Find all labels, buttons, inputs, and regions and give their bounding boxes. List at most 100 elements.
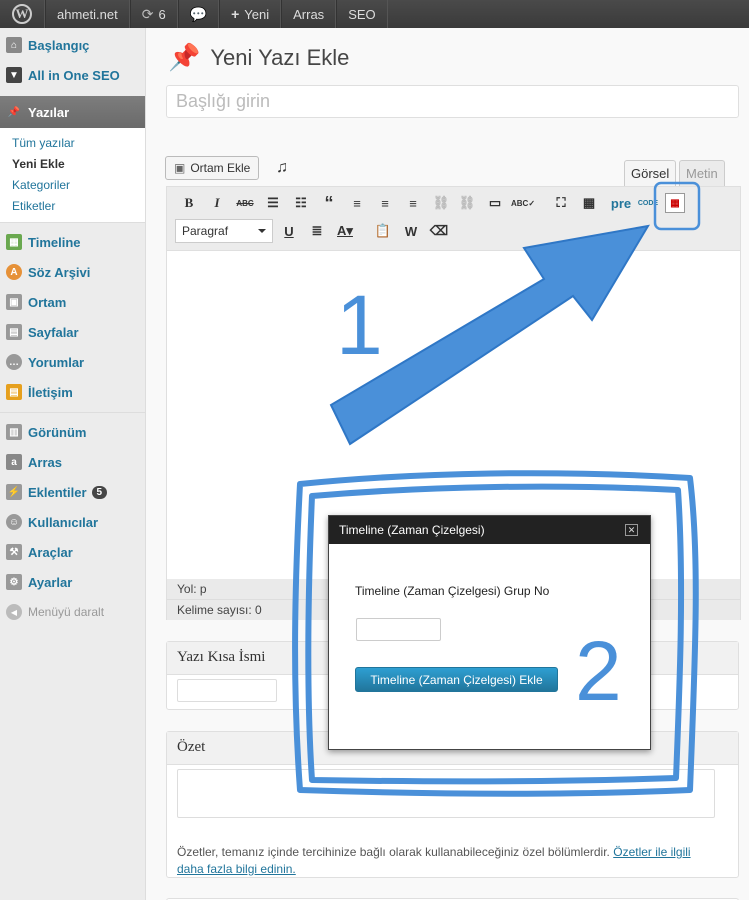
dialog-title: Timeline (Zaman Çizelgesi) [329,516,650,544]
insert-link-button[interactable]: ⛓ [431,193,451,213]
media-icon: ▣ [6,294,22,310]
quote-icon: A [6,264,22,280]
timeline-insert-button[interactable]: ▦ [665,193,685,213]
arras-icon: a [6,454,22,470]
post-title-input[interactable]: Başlığı girin [166,85,739,118]
collapse-arrow-icon: ◀ [6,604,22,620]
align-right-button[interactable]: ≡ [403,193,423,213]
menu-contact[interactable]: ▤ İletişim [0,377,145,407]
bold-button[interactable]: B [179,193,199,213]
menu-dashboard[interactable]: ⌂ Başlangıç [0,30,145,60]
numbered-list-button[interactable]: ☷ [291,193,311,213]
submenu-tags[interactable]: Etiketler [0,195,145,216]
menu-appearance[interactable]: ▥ Görünüm [0,417,145,447]
menu-plugins[interactable]: ⚡ Eklentiler 5 [0,477,145,507]
site-name-link[interactable]: ahmeti.net [45,0,130,28]
close-icon[interactable]: ✕ [625,524,638,536]
underline-button[interactable]: U [279,221,299,241]
menu-media[interactable]: ▣ Ortam [0,287,145,317]
menu-separator [0,407,145,413]
spellcheck-button[interactable]: ABC✓ [511,193,535,213]
menu-quote-archive[interactable]: A Söz Arşivi [0,257,145,287]
updates-count: 6 [158,6,166,22]
appearance-icon: ▥ [6,424,22,440]
plus-icon: + [231,6,240,22]
strikethrough-button[interactable]: ABC [235,193,255,213]
italic-button[interactable]: I [207,193,227,213]
kitchen-sink-button[interactable]: ▦ [579,193,599,213]
seo-label: SEO [348,6,376,22]
menu-pages[interactable]: ▤ Sayfalar [0,317,145,347]
insert-timeline-button[interactable]: Timeline (Zaman Çizelgesi) Ekle [355,667,558,692]
paste-text-button[interactable]: 📋 [373,221,393,241]
contact-icon: ▤ [6,384,22,400]
add-media-label: Ortam Ekle [190,161,251,175]
more-tag-button[interactable]: ▭ [485,193,505,213]
refresh-icon: ⟳ [141,5,154,22]
seo-menu[interactable]: SEO [336,0,388,28]
updates-link[interactable]: ⟳ 6 [129,0,178,28]
collapse-menu-button[interactable]: ◀ Menüyü daralt [0,597,145,627]
users-icon: ☺ [6,514,22,530]
menu-quote-label: Söz Arşivi [28,264,91,280]
wordpress-icon: W [12,4,32,24]
pre-button[interactable]: pre [608,193,634,213]
comments-icon: … [6,354,22,370]
menu-users-label: Kullanıcılar [28,514,99,530]
editor-toolbar: B I ABC ☰ ☷ “ ≡ ≡ ≡ ⛓ ⛓ ▭ ABC✓ ⛶ ▦ pre C… [167,187,740,251]
unlink-button[interactable]: ⛓ [457,193,477,213]
justify-button[interactable]: ≣ [307,221,327,241]
add-media-button[interactable]: ▣ Ortam Ekle [165,156,260,180]
submenu-categories[interactable]: Kategoriler [0,174,145,195]
submenu-all-posts[interactable]: Tüm yazılar [0,132,145,153]
excerpt-help-text: Özetler, temanız içinde tercihinize bağl… [177,844,707,878]
menu-all-in-one-seo[interactable]: ▼ All in One SEO [0,60,145,90]
media-icon: ▣ [174,161,186,175]
menu-tools[interactable]: ⚒ Araçlar [0,537,145,567]
menu-comments[interactable]: … Yorumlar [0,347,145,377]
plugins-update-badge: 5 [91,485,108,499]
menu-settings[interactable]: ⚙ Ayarlar [0,567,145,597]
pages-icon: ▤ [6,324,22,340]
page-title: 📌 Yeni Yazı Ekle [168,42,349,73]
new-label: Yeni [244,6,270,22]
settings-icon: ⚙ [6,574,22,590]
menu-timeline[interactable]: ▦ Timeline [0,227,145,257]
submenu-add-new[interactable]: Yeni Ekle [0,153,145,174]
new-content-menu[interactable]: + Yeni [219,0,282,28]
main-content: 📌 Yeni Yazı Ekle Başlığı girin ▣ Ortam Ekl… [146,28,749,900]
excerpt-metabox: Özet Özetler, temanız içinde tercihinize… [166,731,739,878]
pin-icon: 📌 [7,106,21,118]
music-note-icon[interactable]: ♫ [276,159,288,177]
format-select[interactable]: Paragraf [175,219,273,243]
bullet-list-button[interactable]: ☰ [263,193,283,213]
menu-users[interactable]: ☺ Kullanıcılar [0,507,145,537]
slug-input[interactable] [177,679,277,702]
align-left-button[interactable]: ≡ [347,193,367,213]
timeline-dialog: Timeline (Zaman Çizelgesi) ✕ Timeline (Z… [328,515,651,750]
code-button[interactable]: CODE [636,193,660,213]
menu-posts-label: Yazılar [28,104,70,120]
comment-bubble-icon: 💬 [189,5,208,22]
clear-formatting-button[interactable]: ⌫ [429,221,449,241]
tab-text[interactable]: Metin [679,160,725,186]
menu-seo-label: All in One SEO [28,67,120,83]
wordpress-logo-menu[interactable]: W [0,0,45,28]
menu-settings-label: Ayarlar [28,574,73,590]
menu-arras[interactable]: a Arras [0,447,145,477]
group-number-input[interactable] [356,618,441,641]
align-center-button[interactable]: ≡ [375,193,395,213]
paste-word-button[interactable]: W [401,221,421,241]
page-title-text: Yeni Yazı Ekle [210,44,350,70]
excerpt-textarea[interactable] [177,769,715,818]
menu-posts[interactable]: 📌 Yazılar [0,96,145,128]
text-color-button[interactable]: A▾ [335,221,355,241]
tab-visual[interactable]: Görsel [624,160,677,186]
fullscreen-button[interactable]: ⛶ [551,193,571,213]
admin-bar: W ahmeti.net ⟳ 6 💬 + Yeni Arras SEO [0,0,749,28]
collapse-menu-label: Menüyü daralt [28,605,105,619]
comments-link[interactable]: 💬 [177,0,220,28]
excerpt-help: Özetler, temanız içinde tercihinize bağl… [177,845,610,859]
arras-menu[interactable]: Arras [281,0,337,28]
blockquote-button[interactable]: “ [319,193,339,213]
